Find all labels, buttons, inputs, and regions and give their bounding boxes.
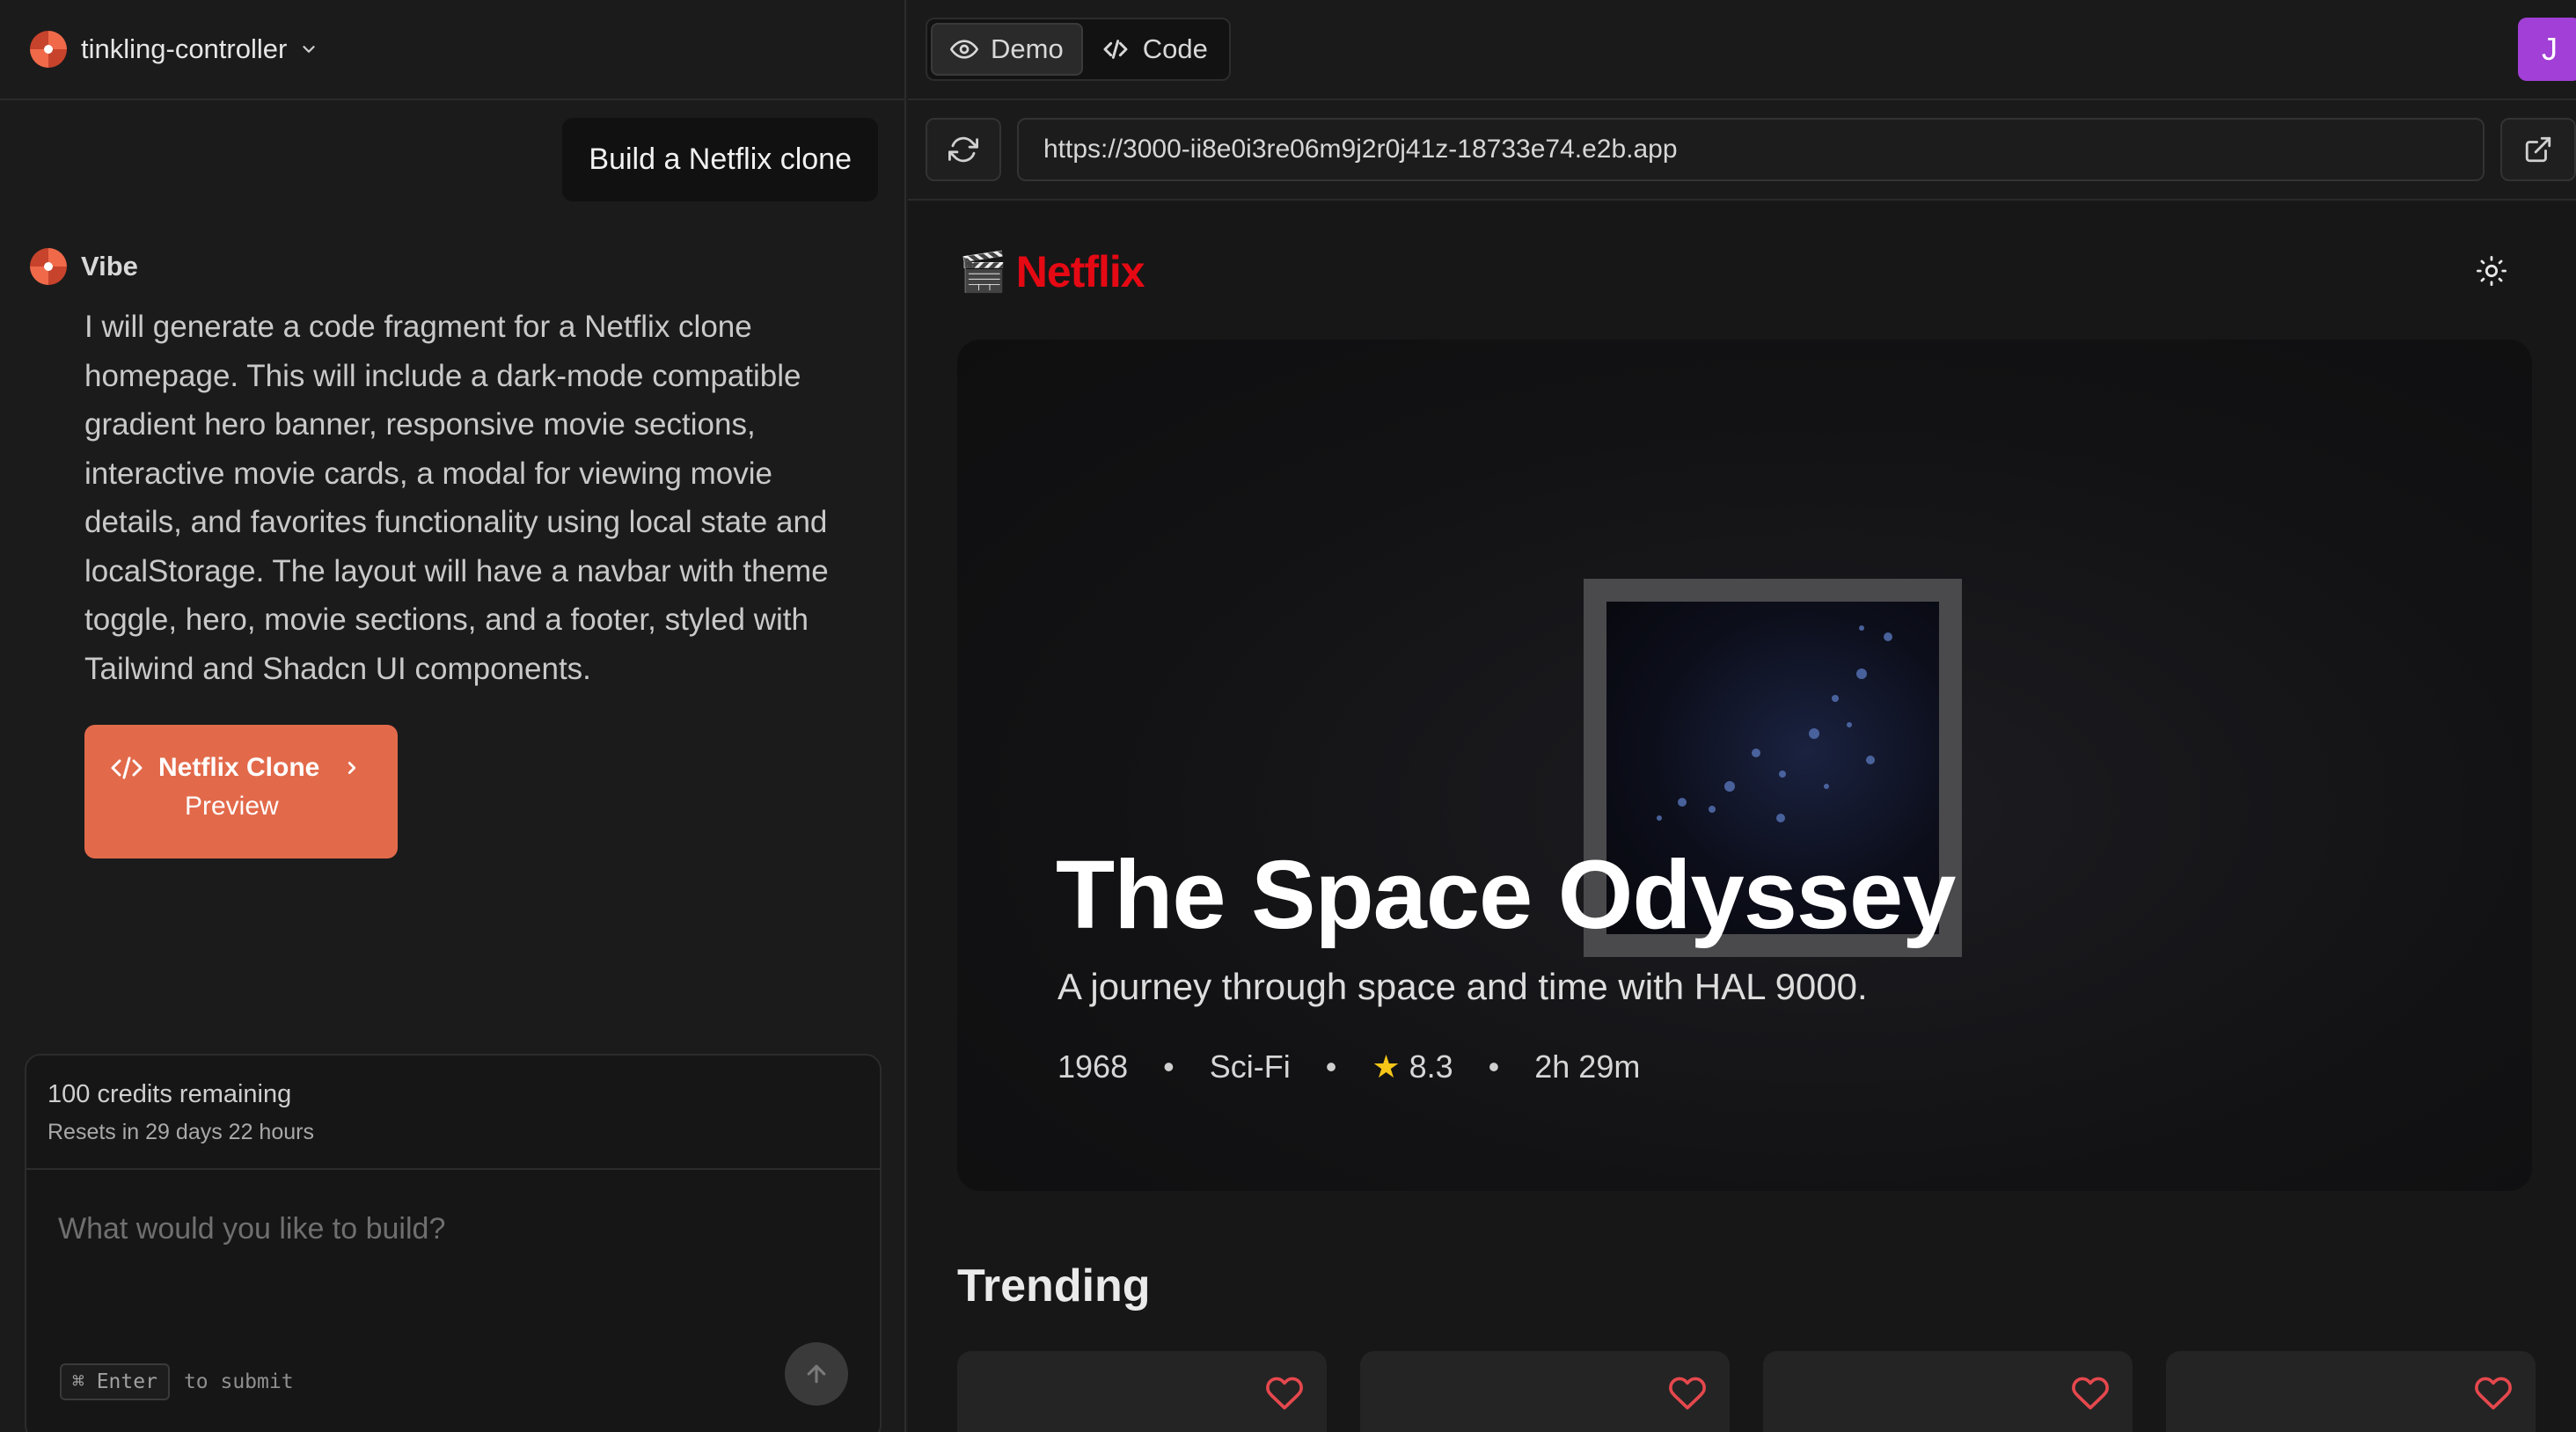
movie-card[interactable] [1763, 1351, 2133, 1432]
assistant-name: Vibe [81, 251, 138, 281]
tab-demo[interactable]: Demo [931, 23, 1083, 76]
app-preview: 🎬 Netflix The Space Odyssey A journey th… [908, 201, 2576, 1432]
preview-panel: Demo Code J 🎬 Netflix [908, 0, 2576, 1432]
sun-icon [2477, 256, 2506, 286]
user-avatar[interactable]: J [2518, 18, 2576, 81]
arrow-up-icon [807, 1364, 826, 1384]
star-icon: ★ [1372, 1048, 1401, 1085]
credits-reset: Resets in 29 days 22 hours [48, 1120, 314, 1144]
meta-separator: • [1488, 1048, 1500, 1085]
hero-year: 1968 [1057, 1048, 1129, 1085]
clapperboard-icon: 🎬 [959, 251, 1007, 294]
preview-toolbar: Demo Code J [908, 0, 2576, 100]
refresh-icon [948, 136, 978, 163]
assistant-header: Vibe [30, 248, 138, 285]
fragment-title-row: Netflix Clone [111, 753, 371, 783]
meta-separator: • [1325, 1048, 1337, 1085]
app-root: tinkling-controller Build a Netflix clon… [0, 0, 2576, 1432]
app-logo-icon [30, 31, 67, 68]
hero-banner[interactable]: The Space Odyssey A journey through spac… [957, 340, 2532, 1191]
netflix-navbar: 🎬 Netflix [959, 246, 1145, 297]
tab-code[interactable]: Code [1083, 23, 1226, 76]
heart-icon[interactable] [2071, 1374, 2110, 1413]
assistant-message: I will generate a code fragment for a Ne… [84, 310, 829, 686]
tab-demo-label: Demo [991, 33, 1064, 64]
fragment-title: Netflix Clone [158, 753, 320, 782]
tab-code-label: Code [1142, 33, 1208, 64]
heart-icon[interactable] [1668, 1374, 1707, 1413]
submit-hint-text: to submit [183, 1370, 294, 1393]
send-button[interactable] [785, 1342, 848, 1406]
prompt-input[interactable] [58, 1212, 832, 1246]
url-bar-row [908, 100, 2576, 201]
fragment-preview-button[interactable]: Netflix Clone Preview [84, 725, 398, 858]
theme-toggle-button[interactable] [2470, 250, 2513, 292]
external-link-icon [2525, 136, 2551, 163]
hero-meta: 1968 • Sci-Fi • ★ 8.3 • 2h 29m [1057, 1048, 1640, 1085]
chat-panel: tinkling-controller Build a Netflix clon… [0, 0, 906, 1432]
heart-icon[interactable] [2474, 1374, 2513, 1413]
hero-genre: Sci-Fi [1209, 1048, 1291, 1085]
chevron-right-icon [348, 762, 356, 774]
movie-card[interactable] [2166, 1351, 2536, 1432]
submit-hint: ⌘ Enter to submit [60, 1363, 294, 1400]
section-title-trending: Trending [957, 1260, 1151, 1311]
hero-title: The Space Odyssey [1056, 841, 1956, 949]
heart-icon[interactable] [1265, 1374, 1304, 1413]
hero-rating: 8.3 [1409, 1048, 1453, 1085]
eye-icon [950, 40, 978, 59]
hero-description: A journey through space and time with HA… [1057, 966, 1868, 1007]
composer: 100 credits remaining Resets in 29 days … [25, 1054, 882, 1432]
project-header: tinkling-controller [0, 0, 906, 100]
open-external-button[interactable] [2500, 118, 2576, 181]
credits-box: 100 credits remaining Resets in 29 days … [26, 1056, 880, 1170]
refresh-button[interactable] [926, 118, 1001, 181]
hero-runtime: 2h 29m [1534, 1048, 1641, 1085]
url-field[interactable] [1017, 118, 2485, 181]
code-icon [1103, 40, 1128, 59]
vibe-logo-icon [30, 248, 67, 285]
project-name[interactable]: tinkling-controller [81, 33, 287, 65]
view-tabs: Demo Code [926, 18, 1231, 81]
credits-remaining: 100 credits remaining [48, 1080, 292, 1108]
movie-card[interactable] [1360, 1351, 1730, 1432]
enter-key-badge: ⌘ Enter [60, 1363, 170, 1400]
chevron-down-icon[interactable] [299, 40, 318, 59]
user-message: Build a Netflix clone [562, 118, 878, 201]
fragment-subtitle: Preview [185, 792, 279, 821]
movie-card[interactable] [957, 1351, 1327, 1432]
netflix-logo[interactable]: Netflix [1016, 246, 1145, 297]
meta-separator: • [1163, 1048, 1175, 1085]
code-icon [111, 756, 143, 779]
trending-row [957, 1351, 2536, 1432]
